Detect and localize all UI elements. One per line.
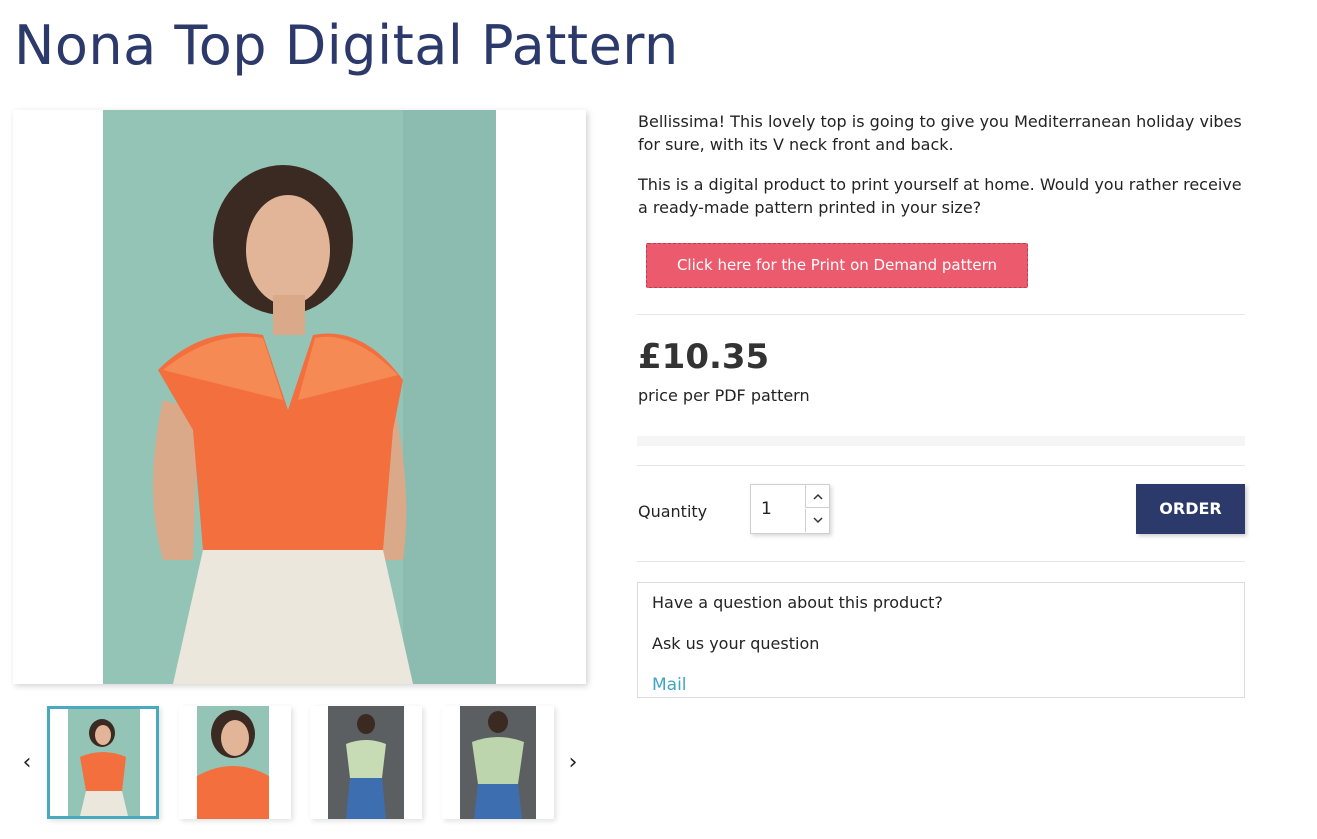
product-description-1: Bellissima! This lovely top is going to … [638,112,1242,154]
separator-bar [637,436,1245,446]
quantity-input[interactable] [751,485,804,533]
quantity-stepper [750,484,830,534]
product-description-2: This is a digital product to print yours… [638,175,1242,217]
mail-link[interactable]: Mail [652,675,687,695]
chevron-right-icon: › [568,749,578,775]
quantity-decrease-button[interactable] [805,509,829,532]
print-on-demand-button[interactable]: Click here for the Print on Demand patte… [646,243,1028,288]
divider [637,561,1245,562]
thumbnail-1[interactable] [47,706,159,819]
gallery-next-button[interactable]: › [563,748,583,776]
product-price: £10.35 [638,337,770,377]
model-photo [103,110,496,684]
gallery-prev-button[interactable]: ‹ [17,748,37,776]
question-ask: Ask us your question [652,634,820,653]
order-button[interactable]: ORDER [1136,484,1245,534]
chevron-up-icon [812,490,823,503]
price-note: price per PDF pattern [638,386,810,405]
thumbnail-2[interactable] [179,706,291,819]
main-product-image[interactable] [13,110,586,684]
thumbnail-3-image [328,706,404,819]
divider [637,314,1245,315]
quantity-label: Quantity [638,502,708,521]
thumbnail-2-image [197,706,269,819]
question-panel: Have a question about this product? Ask … [637,582,1245,698]
thumbnail-4[interactable] [442,706,554,819]
question-title: Have a question about this product? [652,593,943,612]
thumbnail-3[interactable] [310,706,422,819]
thumbnail-4-image [460,706,536,819]
divider [637,465,1245,466]
quantity-increase-button[interactable] [805,485,829,508]
chevron-down-icon [812,514,823,527]
chevron-left-icon: ‹ [22,749,32,775]
thumbnail-1-image [68,709,140,816]
page-title: Nona Top Digital Pattern [14,14,679,77]
